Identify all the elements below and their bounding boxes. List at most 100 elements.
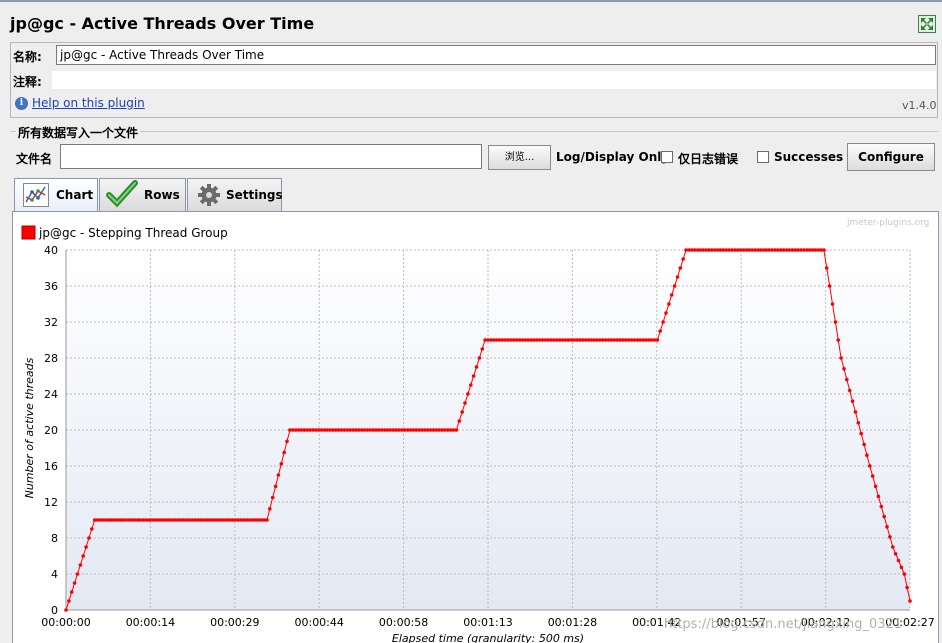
filename-input[interactable] — [60, 144, 482, 169]
x-tick-label: 00:00:14 — [126, 616, 175, 629]
checkmark-icon — [106, 180, 138, 208]
data-point — [827, 284, 832, 288]
gear-icon — [198, 184, 220, 206]
data-point — [75, 572, 80, 576]
active-threads-chart: 0481216202428323640 00:00:00 00:00:14 00:0… — [21, 225, 935, 643]
data-point — [279, 462, 284, 466]
filename-label: 文件名 — [16, 152, 53, 166]
data-point — [480, 347, 485, 351]
data-point — [882, 514, 886, 519]
successes-checkbox[interactable] — [757, 151, 769, 163]
data-point — [285, 439, 289, 444]
data-point — [466, 392, 470, 396]
data-point — [879, 504, 884, 509]
y-tick-label: 16 — [44, 460, 58, 473]
data-point — [265, 518, 269, 522]
browse-button[interactable]: 浏览... — [488, 145, 551, 170]
data-point — [885, 525, 889, 529]
window-top-border — [0, 0, 942, 2]
log-display-label: Log/Display Only: — [556, 150, 674, 164]
data-point — [661, 320, 665, 324]
successes-label: Successes — [774, 150, 844, 164]
expand-icon[interactable] — [918, 15, 936, 33]
data-point — [471, 374, 476, 378]
legend-swatch — [21, 225, 36, 240]
data-point — [90, 527, 94, 531]
data-point — [862, 442, 866, 447]
data-point — [845, 377, 849, 382]
y-tick-label: 32 — [44, 316, 58, 329]
page-watermark: https://blog.csdn.net/jiangxing_0321 — [664, 617, 903, 632]
data-point — [853, 410, 858, 414]
file-group-title: 所有数据写入一个文件 — [16, 124, 141, 141]
data-point — [457, 419, 462, 423]
y-tick-label: 4 — [51, 568, 58, 581]
data-point — [474, 365, 479, 369]
data-point — [655, 338, 660, 342]
comment-field[interactable] — [52, 71, 936, 89]
data-point — [282, 450, 287, 455]
data-point — [664, 311, 668, 315]
data-point — [658, 329, 662, 333]
data-point — [899, 565, 904, 570]
data-point — [270, 495, 275, 500]
x-tick-label: 00:00:44 — [294, 616, 343, 629]
tab-rows-label: Rows — [144, 188, 180, 202]
data-point — [460, 410, 465, 414]
x-tick-label: 00:01:13 — [463, 616, 512, 629]
expand-arrows-icon — [921, 18, 933, 30]
data-point — [865, 453, 869, 457]
data-point — [868, 464, 872, 468]
tab-rows[interactable]: Rows — [99, 178, 186, 212]
data-point — [876, 494, 881, 499]
data-point — [902, 572, 907, 576]
data-point — [908, 599, 912, 603]
data-point — [675, 275, 680, 279]
x-tick-label: 00:00:00 — [41, 616, 90, 629]
y-tick-label: 36 — [44, 280, 58, 293]
y-tick-label: 12 — [44, 496, 58, 509]
data-point — [905, 585, 909, 590]
comment-label: 注释: — [13, 75, 42, 89]
name-field[interactable]: jp@gc - Active Threads Over Time — [56, 45, 936, 65]
data-point — [896, 558, 901, 563]
tab-settings-label: Settings — [226, 188, 283, 202]
y-tick-label: 20 — [44, 424, 58, 437]
tab-settings[interactable]: Settings — [187, 178, 283, 212]
line-chart-icon — [23, 183, 49, 207]
data-point — [64, 608, 68, 612]
data-point — [891, 545, 895, 549]
errors-only-checkbox[interactable] — [661, 151, 673, 163]
data-point — [870, 474, 875, 478]
plugin-watermark: jmeter-plugins.org — [847, 218, 930, 228]
data-point — [469, 383, 473, 387]
data-point — [672, 284, 677, 288]
x-tick-label: 00:00:58 — [379, 616, 428, 629]
tab-chart-label: Chart — [56, 188, 94, 202]
data-point — [850, 399, 855, 403]
data-point — [893, 552, 898, 556]
data-point — [273, 484, 278, 489]
data-point — [681, 257, 685, 261]
data-point — [78, 563, 83, 567]
tab-chart[interactable]: Chart — [14, 178, 98, 213]
data-point — [87, 536, 91, 540]
data-point — [667, 302, 671, 306]
help-link[interactable]: Help on this plugin — [32, 96, 145, 110]
y-tick-label: 8 — [51, 532, 58, 545]
data-point — [678, 266, 683, 270]
x-tick-label: 00:00:29 — [210, 616, 259, 629]
version-label: v1.4.0 — [902, 99, 937, 112]
data-point — [836, 338, 840, 342]
configure-button[interactable]: Configure — [847, 143, 935, 171]
x-axis-label: Elapsed time (granularity: 500 ms) — [392, 632, 584, 643]
data-point — [847, 388, 852, 393]
file-group-border — [10, 131, 938, 132]
data-point — [888, 535, 892, 539]
y-tick-label: 24 — [44, 388, 58, 401]
data-point — [859, 431, 863, 436]
data-point — [822, 248, 826, 252]
data-point — [454, 428, 459, 432]
data-point — [669, 293, 674, 297]
data-point — [268, 507, 272, 511]
